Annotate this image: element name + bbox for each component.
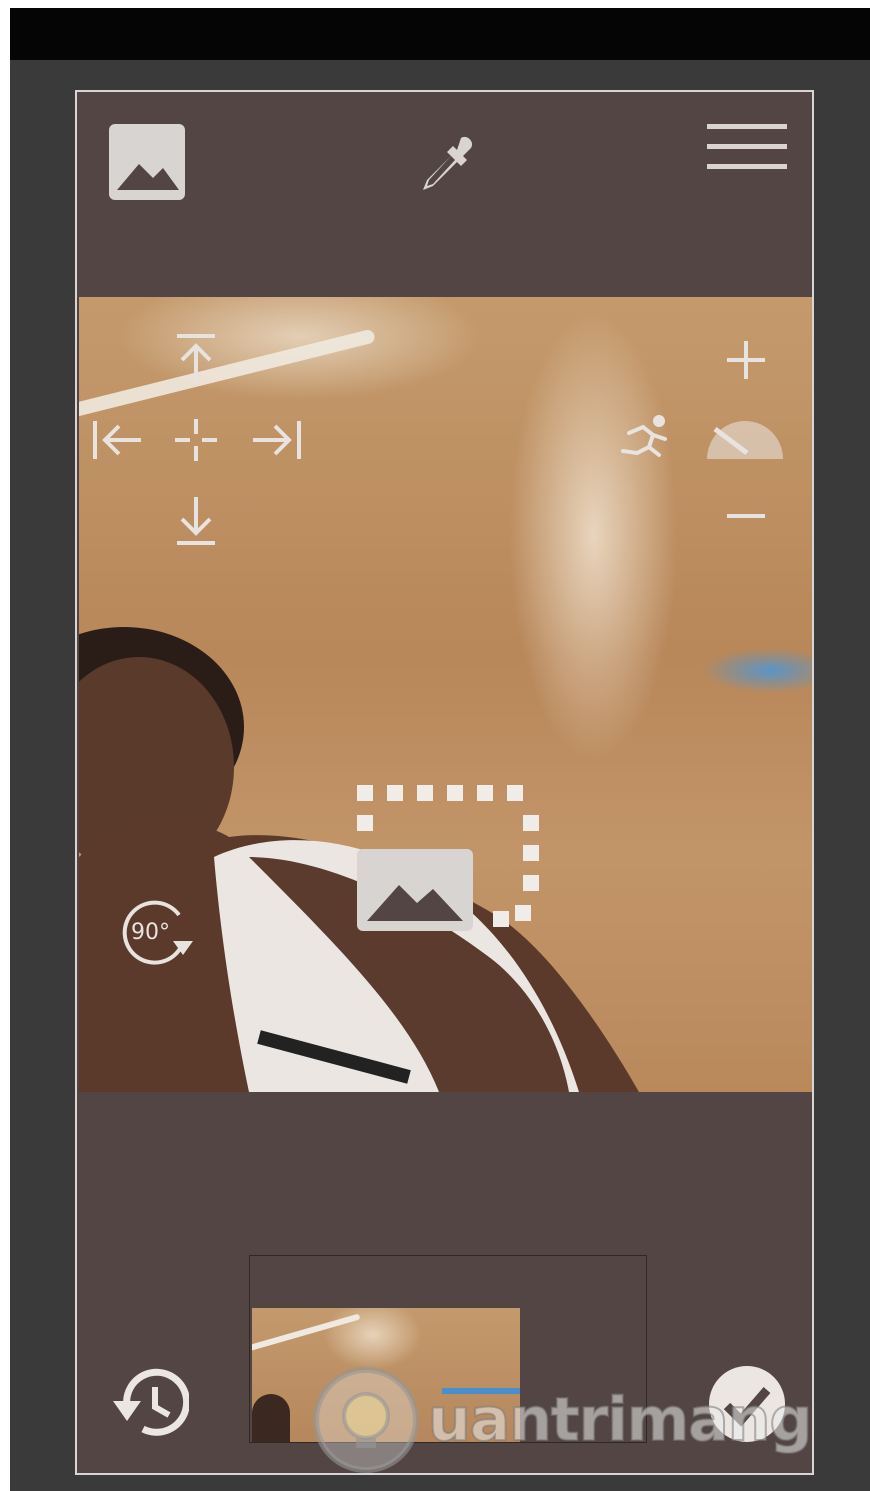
photo-canvas[interactable]: 90° <box>79 297 812 1092</box>
watermark: uantrimang <box>310 1360 870 1480</box>
move-to-top-icon[interactable] <box>173 332 219 384</box>
move-center-icon[interactable] <box>173 417 219 463</box>
image-frame-icon[interactable] <box>355 781 541 933</box>
rotate-90-icon[interactable]: 90° <box>119 897 201 967</box>
lightbulb-logo-icon <box>310 1364 422 1476</box>
court-line <box>252 1313 361 1353</box>
editor-panel: 90° <box>75 90 814 1475</box>
speed-dial[interactable] <box>705 415 785 461</box>
status-bar <box>10 8 870 60</box>
running-person-icon[interactable] <box>615 415 675 465</box>
plus-icon[interactable] <box>725 339 767 381</box>
rotate-label: 90° <box>131 920 170 945</box>
move-to-right-icon[interactable] <box>251 417 303 463</box>
watermark-text: uantrimang <box>427 1384 813 1456</box>
move-to-bottom-icon[interactable] <box>173 495 219 547</box>
minus-icon[interactable] <box>725 511 767 521</box>
history-icon[interactable] <box>107 1367 189 1437</box>
eyedropper-icon[interactable] <box>417 134 477 194</box>
move-to-left-icon[interactable] <box>91 417 143 463</box>
image-icon[interactable] <box>107 122 187 202</box>
player-thumb <box>252 1394 290 1442</box>
hamburger-menu-icon[interactable] <box>707 122 787 172</box>
